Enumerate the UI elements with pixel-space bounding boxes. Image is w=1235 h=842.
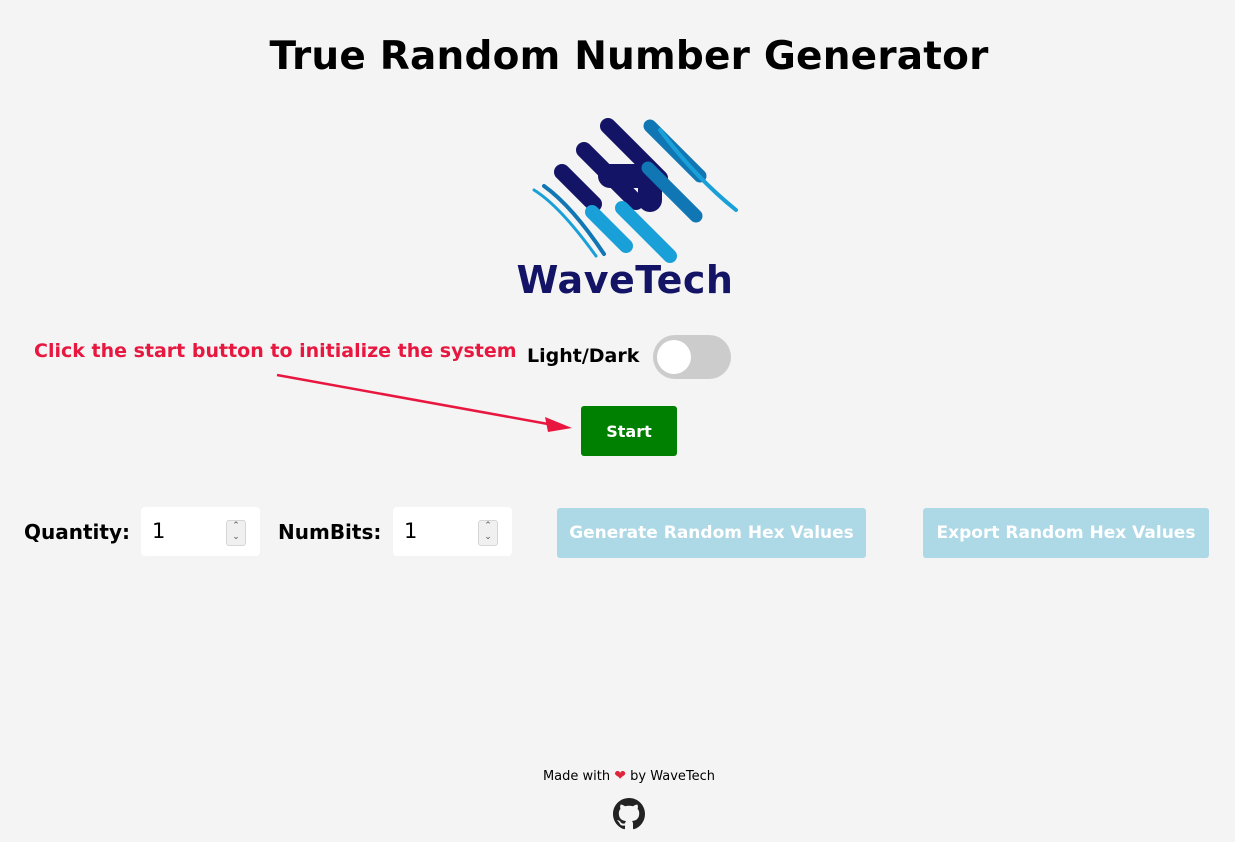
theme-toggle[interactable] xyxy=(653,335,731,379)
page: True Random Number Generator WaveTech Cl… xyxy=(0,0,1235,842)
github-icon[interactable] xyxy=(613,798,645,830)
hint-text: Click the start button to initialize the… xyxy=(34,340,517,362)
chevron-down-icon[interactable]: ⌄ xyxy=(479,532,497,543)
chevron-down-icon[interactable]: ⌄ xyxy=(227,532,245,543)
quantity-label: Quantity: xyxy=(24,520,130,544)
page-title: True Random Number Generator xyxy=(269,34,989,79)
footer-made-with: Made with xyxy=(542,769,611,784)
wavetech-logo-icon xyxy=(532,118,738,263)
chevron-up-icon[interactable]: ⌃ xyxy=(479,521,497,532)
footer-by: by WaveTech xyxy=(630,769,716,784)
generate-hex-button[interactable]: Generate Random Hex Values xyxy=(557,508,866,558)
quantity-value: 1 xyxy=(152,519,166,543)
theme-toggle-label: Light/Dark xyxy=(527,345,640,367)
wavetech-logo: WaveTech xyxy=(500,116,750,306)
export-hex-button[interactable]: Export Random Hex Values xyxy=(923,508,1209,558)
quantity-input[interactable]: 1 ⌃ ⌄ xyxy=(141,507,260,556)
quantity-stepper[interactable]: ⌃ ⌄ xyxy=(226,520,246,546)
logo-text: WaveTech xyxy=(516,258,734,302)
numbits-stepper[interactable]: ⌃ ⌄ xyxy=(478,520,498,546)
heart-icon: ❤ xyxy=(614,768,626,784)
footer: Made with ❤ by WaveTech xyxy=(0,768,1235,784)
numbits-input[interactable]: 1 ⌃ ⌄ xyxy=(393,507,512,556)
start-button[interactable]: Start xyxy=(581,406,677,456)
toggle-knob xyxy=(657,340,691,374)
numbits-value: 1 xyxy=(404,519,418,543)
numbits-label: NumBits: xyxy=(278,520,382,544)
chevron-up-icon[interactable]: ⌃ xyxy=(227,521,245,532)
